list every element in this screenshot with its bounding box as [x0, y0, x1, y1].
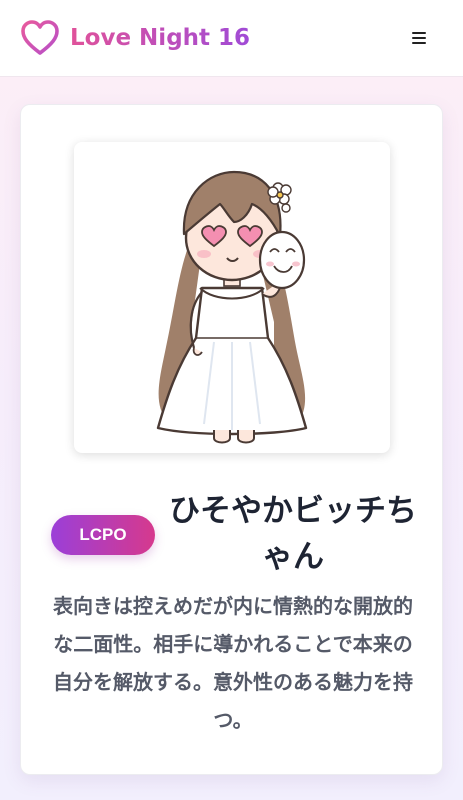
character-illustration: [74, 142, 390, 453]
hamburger-menu-icon[interactable]: [403, 24, 435, 52]
type-name-title: ひそやかビッチちゃん: [169, 493, 417, 575]
brand-name[interactable]: Love Night 16: [70, 22, 250, 54]
type-description: 表向きは控えめだが内に情熱的な開放的な二面性。相手に導かれることで本来の自分を解…: [53, 594, 413, 732]
result-card: LCPO ひそやかビッチちゃん 表向きは控えめだが内に情熱的な開放的な二面性。相…: [20, 104, 443, 775]
type-code-badge: LCPO: [51, 515, 155, 555]
app-header: Love Night 16: [0, 0, 463, 77]
heart-logo-icon[interactable]: [20, 19, 60, 57]
